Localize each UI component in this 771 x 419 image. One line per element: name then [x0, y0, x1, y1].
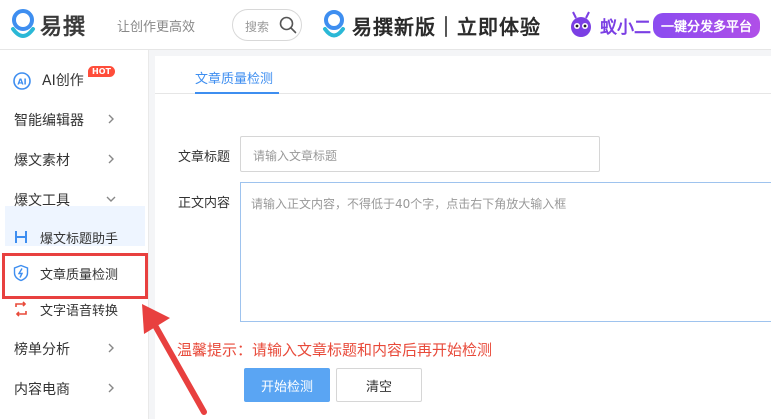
sidebar-item-label: 爆文工具 — [14, 193, 70, 209]
convert-arrows-icon — [15, 301, 27, 317]
warning-text: 温馨提示：请输入文章标题和内容后再开始检测 — [177, 341, 493, 359]
logo-text: 易撰 — [40, 15, 87, 40]
sidebar-item-hot-materials[interactable]: 爆文素材 — [0, 142, 149, 178]
sidebar-item-rankings[interactable]: 榜单分析 — [0, 331, 149, 367]
tab-quality-check[interactable]: 文章质量检测 — [195, 68, 273, 87]
new-version-text: 易撰新版｜立即体验 — [352, 14, 541, 39]
chevron-right-icon — [108, 114, 114, 124]
content-textarea[interactable]: 请输入正文内容，不得低于40个字，点击右下角放大输入框 — [240, 182, 771, 322]
sidebar-item-label: 内容电商 — [14, 382, 70, 398]
slogan: 让创作更高效 — [117, 20, 196, 35]
sidebar-subitem-title-helper[interactable]: 爆文标题助手 — [0, 220, 149, 254]
ant-brand-text: 蚁小二 — [600, 17, 651, 38]
yizhuan-logo-icon — [11, 9, 35, 38]
ai-icon: AI — [13, 72, 31, 90]
content-label: 正文内容 — [178, 196, 231, 211]
ant-pill-text: 一键分发多平台 — [653, 12, 761, 38]
tab-underline — [195, 92, 279, 94]
sidebar-subitem-label: 爆文标题助手 — [40, 231, 119, 247]
chevron-right-icon — [108, 383, 114, 393]
clear-button[interactable]: 清空 — [336, 368, 422, 402]
sidebar-item-hot-tools[interactable]: 爆文工具 — [0, 182, 149, 218]
chevron-right-icon — [108, 154, 114, 164]
search-box[interactable]: 搜索 — [232, 9, 302, 41]
new-version-banner[interactable]: 易撰新版｜立即体验 — [322, 8, 541, 42]
sidebar-item-ai-create[interactable]: AI AI创作 HOT — [0, 62, 149, 98]
title-input[interactable]: 请输入文章标题 — [240, 136, 600, 172]
annotation-arrow-icon — [142, 304, 207, 415]
hot-badge: HOT — [88, 66, 115, 77]
sidebar: AI AI创作 HOT 智能编辑器 爆文素材 爆文工具 爆文标题助手 文章质量检… — [0, 50, 149, 419]
sidebar-item-label: AI创作 — [42, 73, 84, 89]
logo[interactable]: 易撰 — [10, 8, 86, 42]
svg-text:AI: AI — [17, 78, 26, 87]
highlight-box — [2, 253, 148, 299]
title-label: 文章标题 — [178, 150, 231, 165]
chevron-down-icon — [106, 196, 116, 202]
sidebar-item-label: 榜单分析 — [14, 342, 70, 358]
sidebar-item-smart-editor[interactable]: 智能编辑器 — [0, 102, 149, 138]
h-letter-icon — [15, 231, 27, 243]
main-panel: 文章质量检测 文章标题 请输入文章标题 正文内容 请输入正文内容，不得低于40个… — [155, 56, 771, 419]
search-placeholder: 搜索 — [245, 20, 270, 34]
chevron-right-icon — [108, 343, 114, 353]
ant-mascot-icon — [571, 11, 591, 37]
sidebar-subitem-label: 文字语音转换 — [40, 303, 119, 319]
ant-promo-banner[interactable]: 蚁小二 一键分发多平台 — [566, 8, 761, 42]
yizhuan-logo-icon — [323, 10, 345, 38]
top-bar: 易撰 让创作更高效 搜索 易撰新版｜立即体验 蚁小二 一键分发多平台 — [0, 0, 771, 50]
start-check-button[interactable]: 开始检测 — [244, 368, 330, 402]
tab-bar: 文章质量检测 — [155, 56, 771, 94]
sidebar-item-label: 爆文素材 — [14, 153, 70, 169]
sidebar-item-ecommerce[interactable]: 内容电商 — [0, 371, 149, 407]
search-icon[interactable] — [279, 16, 297, 34]
sidebar-item-label: 智能编辑器 — [14, 113, 84, 129]
